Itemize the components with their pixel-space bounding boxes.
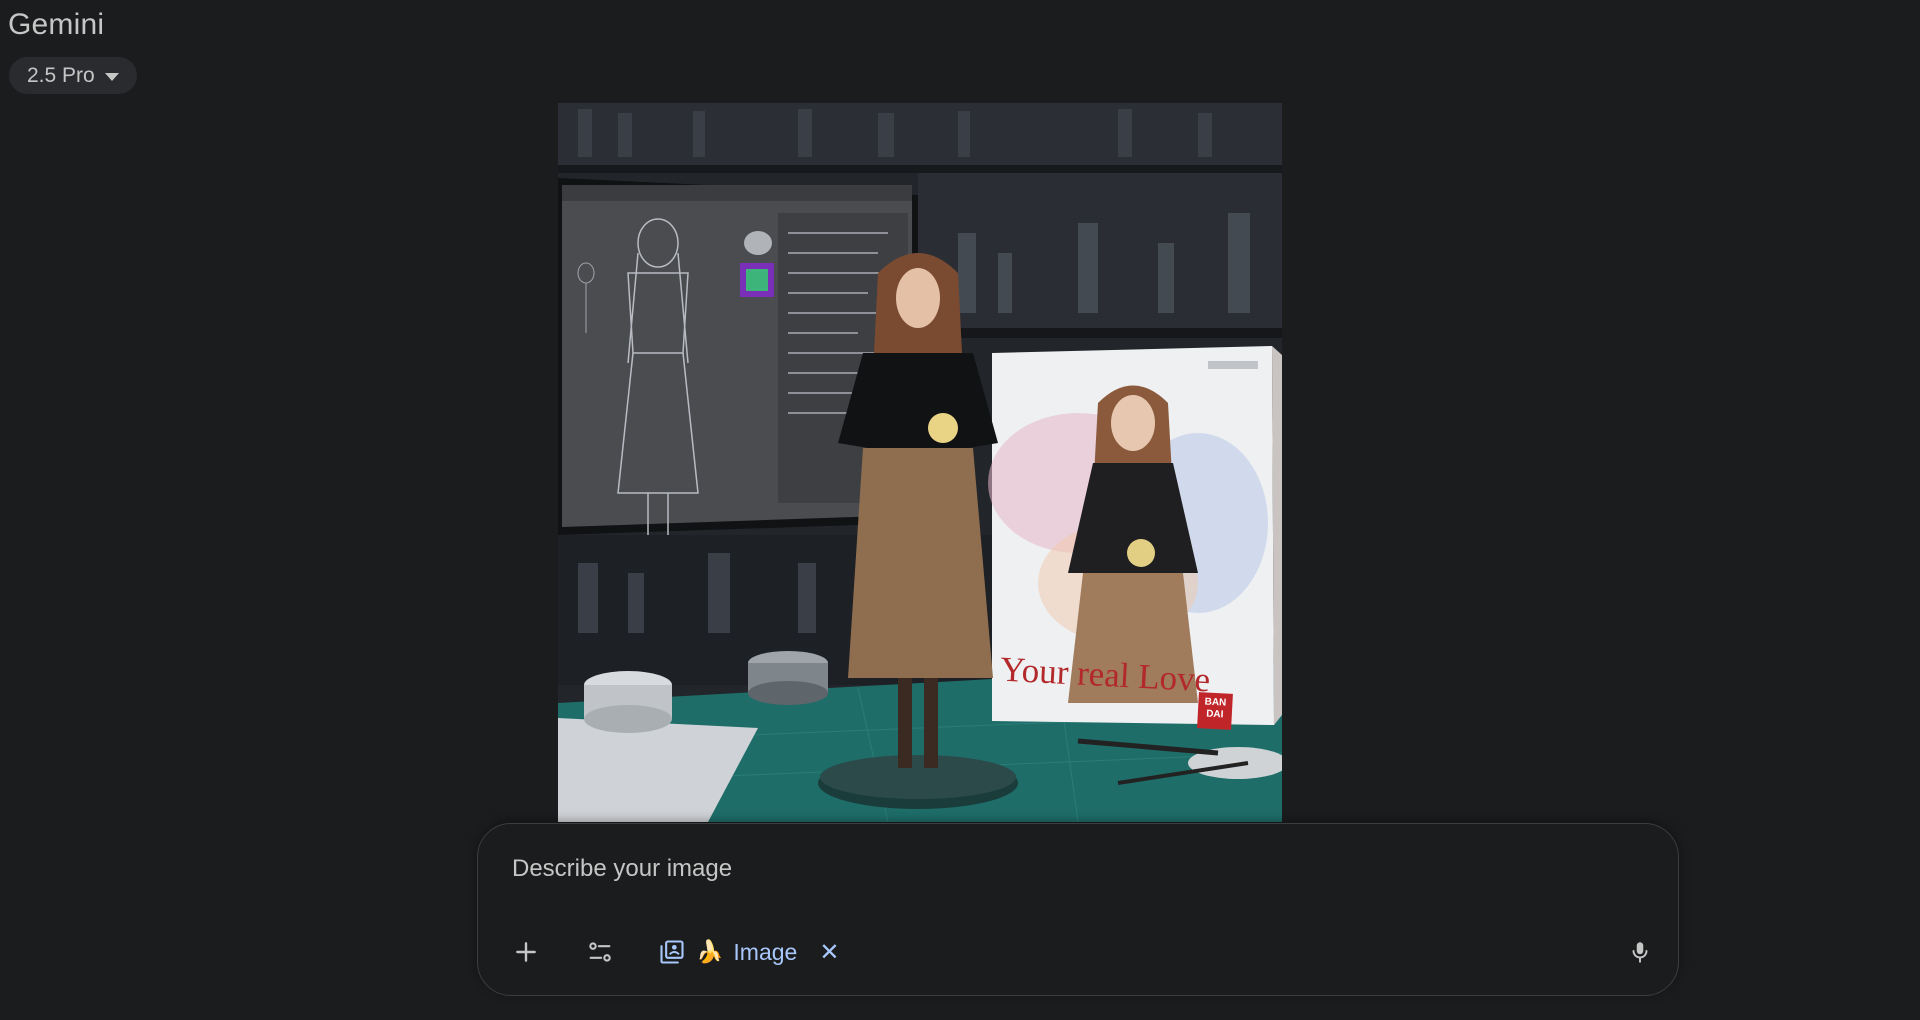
image-gallery-icon	[660, 940, 684, 964]
prompt-input[interactable]	[510, 854, 1514, 884]
close-icon[interactable]: ✕	[819, 938, 839, 967]
figure-scene-illustration	[558, 103, 1282, 822]
voice-input-button[interactable]	[1618, 930, 1662, 974]
tools-button[interactable]	[578, 930, 622, 974]
box-brand-logo: BAN DAI	[1197, 692, 1233, 730]
plus-icon	[516, 942, 536, 962]
model-selector-label: 2.5 Pro	[27, 63, 95, 87]
prompt-box: 🍌 Image ✕	[477, 823, 1679, 996]
image-chip-label: Image	[733, 938, 798, 965]
tools-sliders-icon	[589, 942, 611, 962]
model-selector[interactable]: 2.5 Pro	[9, 57, 137, 94]
app-title: Gemini	[8, 8, 105, 41]
microphone-icon	[1632, 942, 1648, 963]
generated-image-preview: Your real Love BAN DAI	[558, 103, 1282, 822]
image-mode-chip[interactable]: 🍌 Image ✕	[650, 930, 847, 974]
gemini-app: Gemini 2.5 Pro Your real Love BAN DAI De…	[0, 0, 1920, 1020]
add-attachment-button[interactable]	[504, 930, 548, 974]
banana-emoji: 🍌	[696, 939, 724, 964]
chevron-down-icon	[104, 72, 119, 81]
